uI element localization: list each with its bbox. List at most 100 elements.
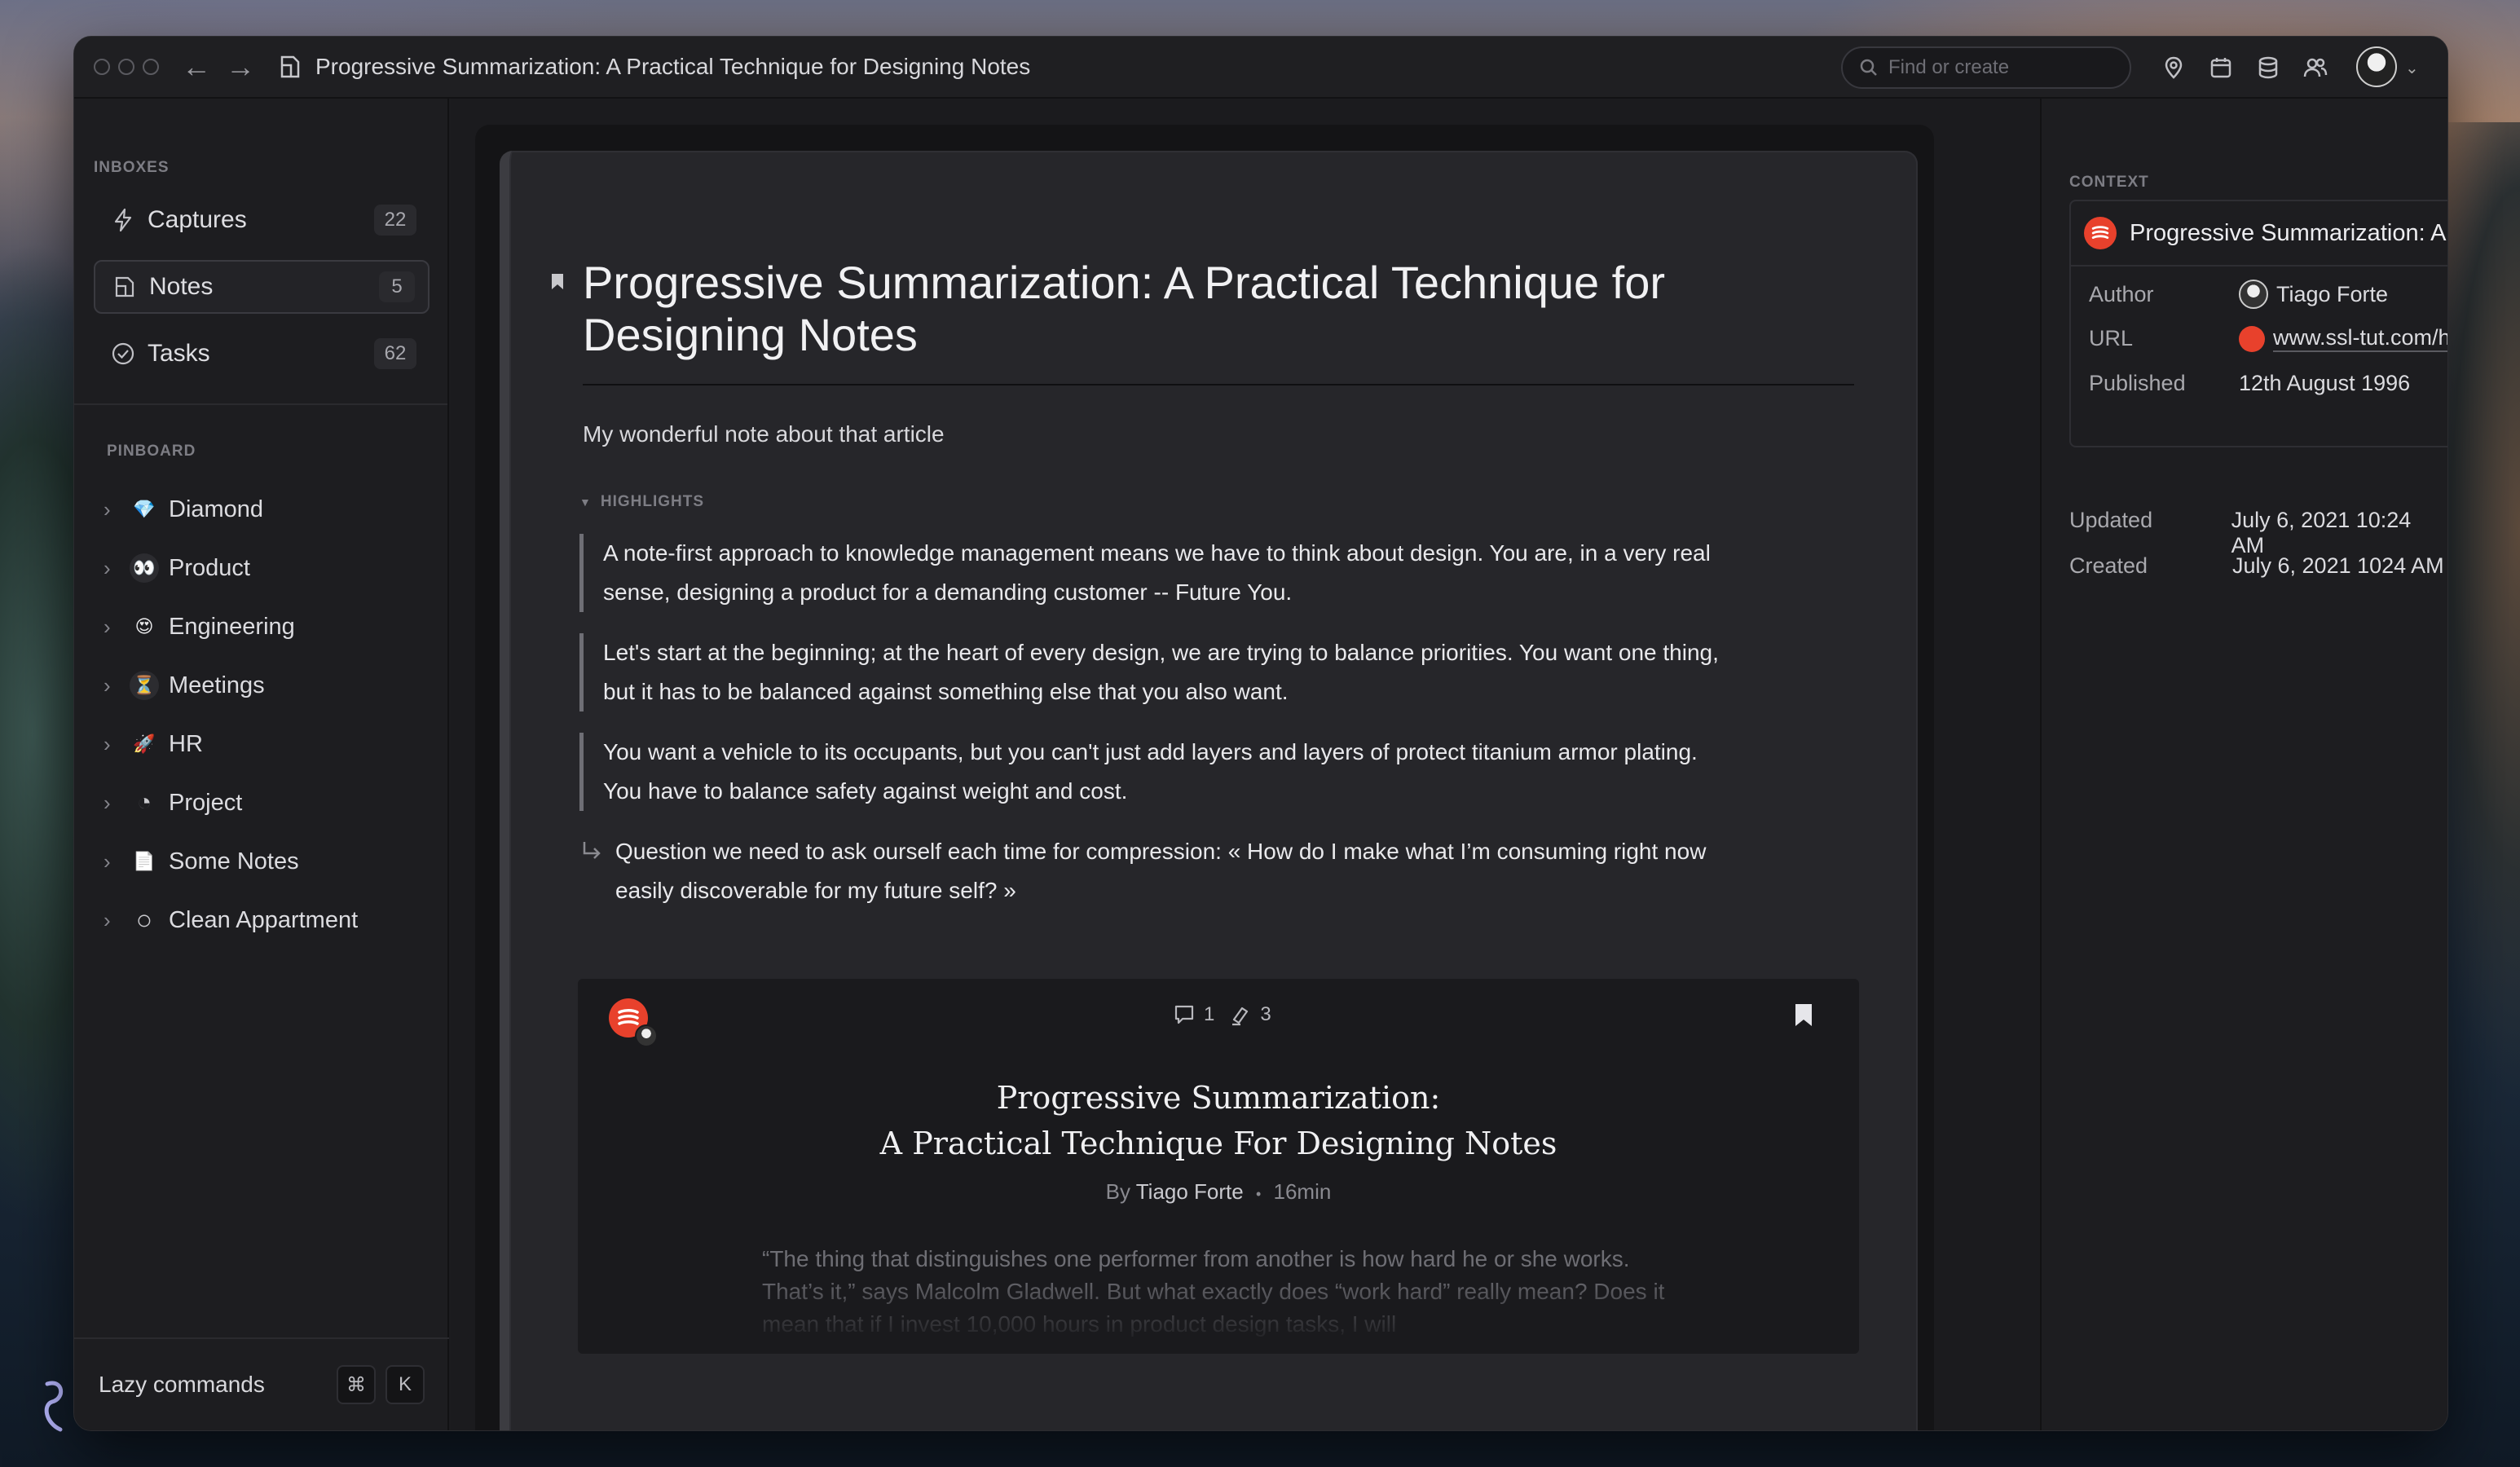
chevron-right-icon[interactable]: › xyxy=(104,673,130,698)
url-row: URL www.ssl-tut.com/how-to-progressive-s… xyxy=(2089,325,2447,352)
pin-item-label: Clean Appartment xyxy=(169,906,359,933)
user-avatar[interactable] xyxy=(2356,46,2397,87)
author-value[interactable]: Tiago Forte xyxy=(2276,282,2388,307)
chevron-right-icon[interactable]: › xyxy=(104,849,130,874)
card-meta: By Tiago Forte • 16min xyxy=(578,1179,1859,1205)
count-badge: 22 xyxy=(374,205,416,236)
shortcut-cmd-key: ⌘ xyxy=(337,1365,376,1404)
inboxes-label: INBOXES xyxy=(94,159,170,176)
url-label: URL xyxy=(2089,326,2134,350)
bolt-icon xyxy=(114,208,132,232)
people-icon[interactable] xyxy=(2302,55,2328,81)
shortcut-k-key: K xyxy=(385,1365,425,1404)
highlight-block[interactable]: Let's start at the beginning; at the hea… xyxy=(579,633,1737,711)
back-arrow-icon[interactable]: ← xyxy=(182,52,211,82)
main-editor: Progressive Summarization: A Practical T… xyxy=(451,99,2040,1430)
card-author[interactable]: Tiago Forte xyxy=(1136,1179,1244,1204)
close-button[interactable] xyxy=(94,59,110,75)
highlight-block[interactable]: A note-first approach to knowledge manag… xyxy=(579,534,1737,612)
heart-eyes-icon: 😍 xyxy=(134,616,154,637)
highlights-toggle[interactable]: ▼ HIGHLIGHTS xyxy=(579,493,704,511)
app-window: ← → Progressive Summarization: A Practic… xyxy=(73,36,2448,1431)
followup-note[interactable]: Question we need to ask ourself each tim… xyxy=(579,832,1737,910)
eyes-icon: 👀 xyxy=(130,553,159,583)
bookmark-icon xyxy=(552,274,563,289)
updated-value: July 6, 2021 10:24 AM xyxy=(2231,508,2412,557)
database-icon[interactable] xyxy=(2255,55,2281,81)
chevron-right-icon[interactable]: › xyxy=(104,732,130,757)
pin-item-label: HR xyxy=(169,730,203,757)
location-pin-icon[interactable] xyxy=(2161,55,2187,81)
forward-arrow-icon[interactable]: → xyxy=(226,52,255,82)
published-row: Published 12th August 1996 xyxy=(2089,371,2410,396)
published-value: 12th August 1996 xyxy=(2239,371,2411,395)
created-label: Created xyxy=(2069,553,2148,578)
highlight-block[interactable]: You want a vehicle to its occupants, but… xyxy=(579,733,1737,811)
chevron-right-icon[interactable]: › xyxy=(104,556,130,581)
article-card[interactable]: 1 3 Progressive Summarization: A Practic… xyxy=(578,979,1859,1354)
sidebar-item-tasks[interactable]: Tasks 62 xyxy=(94,327,430,381)
document-icon xyxy=(280,55,300,78)
sidebar-item-label: Notes xyxy=(149,273,214,300)
title-divider xyxy=(583,384,1854,385)
chevron-right-icon[interactable]: › xyxy=(104,615,130,640)
author-avatar xyxy=(635,1024,658,1047)
author-row: Author Tiago Forte xyxy=(2089,280,2388,309)
card-fade xyxy=(578,1272,1859,1354)
pin-item-label: Engineering xyxy=(169,613,295,640)
pin-item-some-notes[interactable]: › 📄 Some Notes xyxy=(104,839,299,884)
pin-item-hr[interactable]: › 🚀 HR xyxy=(104,721,203,767)
check-circle-icon xyxy=(112,342,134,365)
chevron-right-icon[interactable]: › xyxy=(104,908,130,933)
pinboard-label: PINBOARD xyxy=(107,443,196,460)
pin-item-diamond[interactable]: › 💎 Diamond xyxy=(104,487,263,532)
author-avatar xyxy=(2239,280,2268,309)
updated-row: Updated July 6, 2021 10:24 AM xyxy=(2069,508,2447,558)
chevron-right-icon[interactable]: › xyxy=(104,497,130,522)
pin-item-label: Meetings xyxy=(169,672,265,698)
sidebar-item-label: Tasks xyxy=(148,340,210,367)
pin-item-label: Diamond xyxy=(169,496,264,522)
chevron-down-icon[interactable]: ⌄ xyxy=(2405,58,2419,78)
pin-item-label: Product xyxy=(169,554,250,581)
lazy-commands-bar[interactable]: Lazy commands ⌘ K xyxy=(74,1337,449,1430)
minimize-button[interactable] xyxy=(118,59,134,75)
followup-text: Question we need to ask ourself each tim… xyxy=(615,839,1707,903)
created-value: July 6, 2021 1024 AM xyxy=(2232,553,2444,578)
reply-arrow-icon xyxy=(583,842,601,859)
card-title-line2: A Practical Technique For Designing Note… xyxy=(879,1126,1557,1161)
search-input[interactable]: Find or create xyxy=(1841,46,2131,89)
sidebar-item-notes[interactable]: Notes 5 xyxy=(94,260,430,314)
pin-item-label: Some Notes xyxy=(169,848,299,874)
highlighter-icon[interactable] xyxy=(1229,1003,1252,1026)
triangle-down-icon: ▼ xyxy=(579,496,591,509)
comment-count: 1 xyxy=(1204,1003,1215,1025)
url-link[interactable]: www.ssl-tut.com/how-to-progressive-summa… xyxy=(2273,325,2447,352)
pin-item-engineering[interactable]: › 😍 Engineering xyxy=(104,604,295,650)
card-stats: 1 3 xyxy=(1173,1003,1271,1026)
sidebar-divider xyxy=(74,403,447,405)
bookmark-filled-icon[interactable] xyxy=(1794,1003,1813,1028)
count-badge: 62 xyxy=(374,338,416,369)
zoom-button[interactable] xyxy=(143,59,159,75)
note-body[interactable]: My wonderful note about that article xyxy=(583,421,945,447)
updated-label: Updated xyxy=(2069,508,2153,532)
lazy-commands-label: Lazy commands xyxy=(99,1372,265,1397)
highlights-label: HIGHLIGHTS xyxy=(600,493,705,510)
comment-icon[interactable] xyxy=(1173,1003,1196,1026)
card-title: Progressive Summarization: A Practical T… xyxy=(578,1075,1859,1166)
app-logo-icon xyxy=(44,1381,63,1432)
note-title[interactable]: Progressive Summarization: A Practical T… xyxy=(583,257,1822,361)
pin-item-clean-appartment[interactable]: › ○ Clean Appartment xyxy=(104,897,358,943)
diamond-icon: 💎 xyxy=(133,499,156,519)
source-selector[interactable]: Progressive Summarization: A Practical T… xyxy=(2071,201,2447,267)
author-label: Author xyxy=(2089,281,2154,306)
chevron-right-icon[interactable]: › xyxy=(104,791,130,816)
pin-item-product[interactable]: › 👀 Product xyxy=(104,545,250,591)
pin-item-meetings[interactable]: › ⏳ Meetings xyxy=(104,663,265,708)
calendar-icon[interactable] xyxy=(2208,55,2234,81)
hourglass-icon: ⏳ xyxy=(130,671,159,700)
sidebar-item-captures[interactable]: Captures 22 xyxy=(94,193,430,247)
pin-item-project[interactable]: › ◔ Project xyxy=(104,780,242,826)
circle-icon: ○ xyxy=(135,904,153,936)
